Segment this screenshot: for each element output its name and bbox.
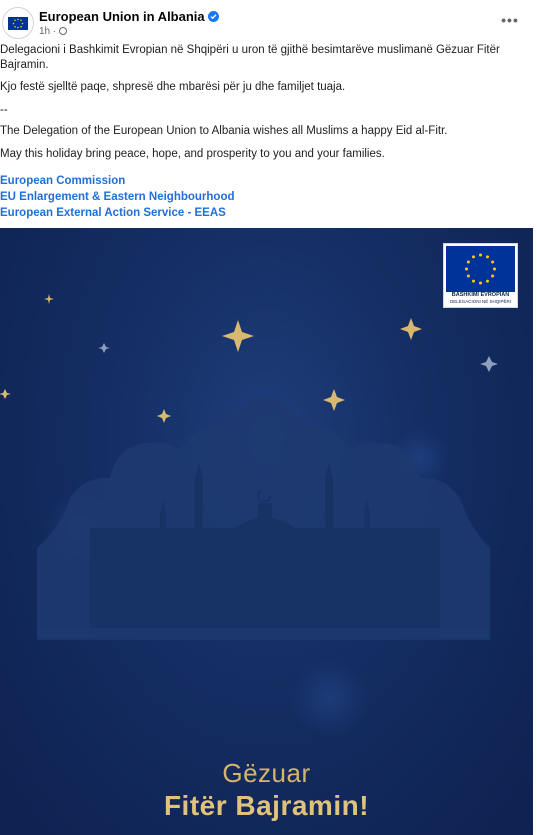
- verified-badge-icon: [207, 11, 219, 22]
- post-paragraph: Delegacioni i Bashkimit Evropian në Shqi…: [0, 44, 500, 71]
- post-paragraph: --: [0, 103, 8, 116]
- post-image[interactable]: Gëzuar Fitër Bajramin!: [0, 228, 533, 835]
- page-avatar[interactable]: [2, 7, 34, 39]
- post-paragraph: The Delegation of the European Union to …: [0, 125, 448, 137]
- page-name[interactable]: European Union in Albania: [39, 9, 205, 24]
- eid-illustration: [0, 294, 498, 738]
- post-header: European Union in Albania 1h · •••: [0, 0, 537, 42]
- link-european-commission[interactable]: European Commission: [0, 173, 235, 189]
- logo-text: BASHKIMI EVROPIAN: [451, 292, 510, 298]
- greeting-line2: Fitër Bajramin!: [163, 790, 370, 821]
- page-name-link[interactable]: European Union in Albania: [39, 9, 219, 24]
- post-body: Delegacioni i Bashkimit Evropian në Shqi…: [0, 43, 532, 169]
- link-eeas[interactable]: European External Action Service - EEAS: [0, 205, 235, 221]
- eu-flag-icon: [8, 17, 28, 30]
- globe-icon: [59, 27, 68, 35]
- post-time[interactable]: 1h: [39, 26, 50, 37]
- post-meta: 1h ·: [39, 26, 68, 37]
- post-paragraph: Kjo festë sjelltë paqe, shpresë dhe mbar…: [0, 81, 346, 93]
- link-eu-enlargement[interactable]: EU Enlargement & Eastern Neighbourhood: [0, 189, 235, 205]
- post-paragraph: May this holiday bring peace, hope, and …: [0, 147, 385, 160]
- star-icon: [0, 294, 422, 423]
- eu-flag-icon: [446, 246, 515, 292]
- logo-subtext: DELEGACIONI NË SHQIPËRI: [449, 299, 511, 304]
- greeting-line1: Gëzuar: [222, 758, 311, 788]
- eu-delegation-logo: BASHKIMI EVROPIAN DELEGACIONI NË SHQIPËR…: [443, 243, 518, 308]
- more-options-icon[interactable]: •••: [499, 12, 521, 28]
- tagged-pages: European Commission EU Enlargement & Eas…: [0, 173, 235, 221]
